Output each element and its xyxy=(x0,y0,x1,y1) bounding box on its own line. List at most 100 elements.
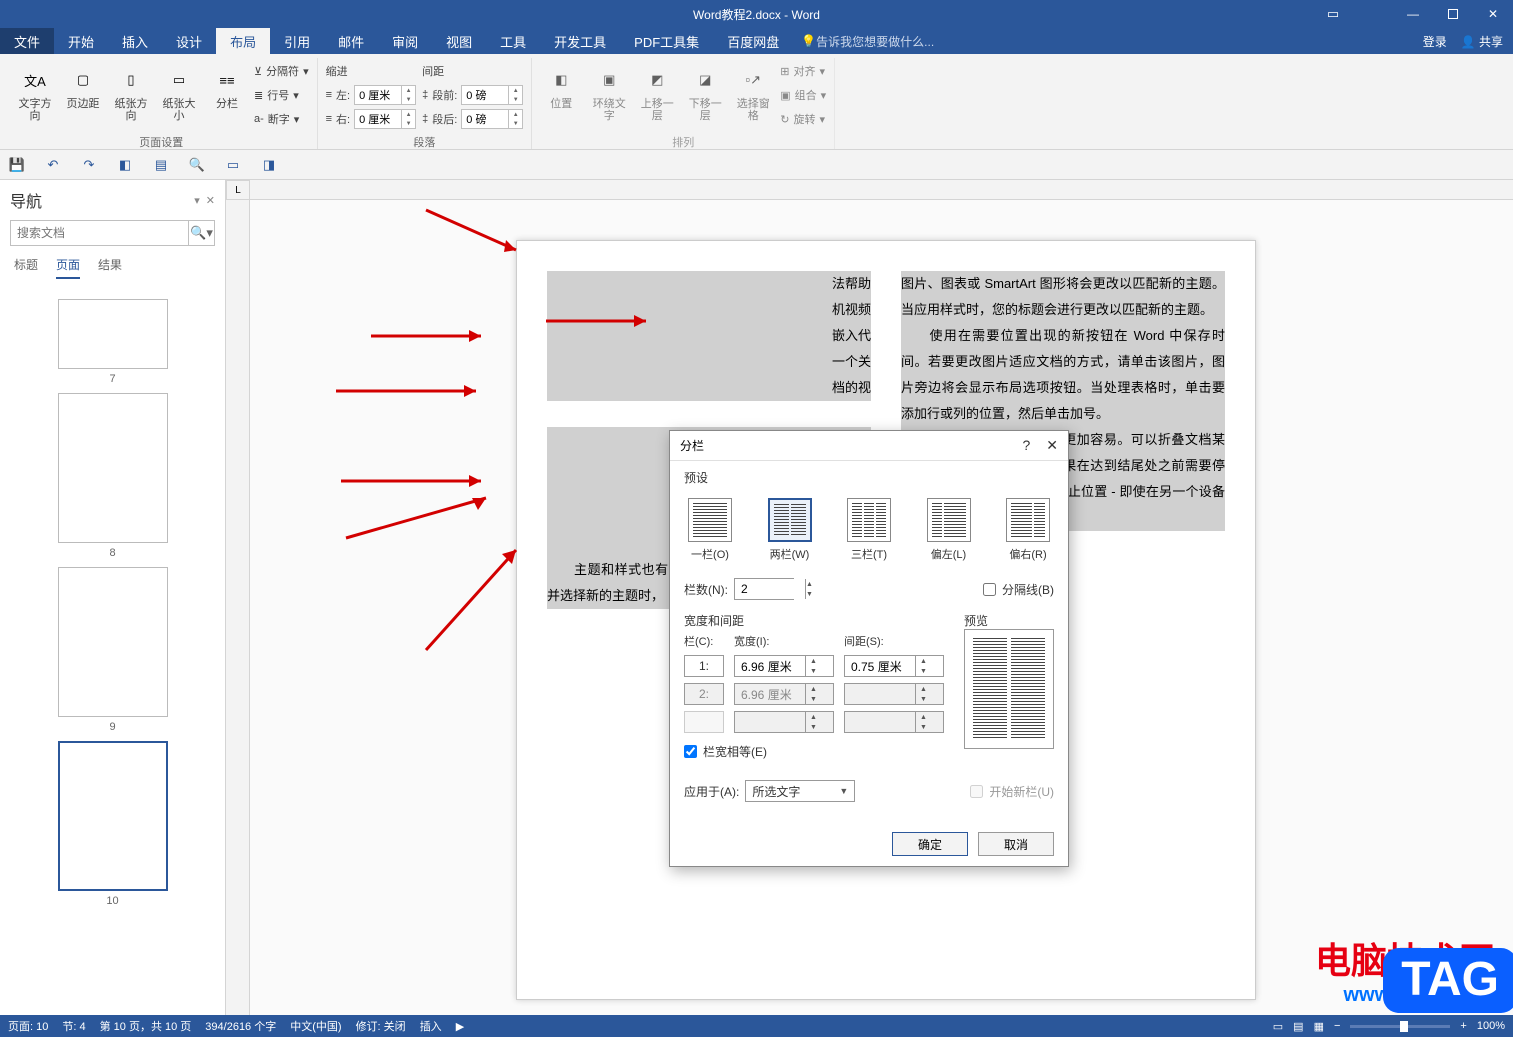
zoom-out-icon[interactable]: − xyxy=(1334,1020,1340,1032)
tab-layout[interactable]: 布局 xyxy=(216,28,270,54)
spacing-after-input[interactable] xyxy=(462,110,508,128)
rotate-button: ↻ 旋转 ▾ xyxy=(780,108,826,130)
thumb-label-7: 7 xyxy=(0,373,225,385)
tab-mailings[interactable]: 邮件 xyxy=(324,28,378,54)
equal-width-checkbox[interactable]: 栏宽相等(E) xyxy=(684,743,944,760)
nav-pin-icon[interactable]: ▾ xyxy=(194,194,200,207)
view-print-icon[interactable]: ▤ xyxy=(1293,1020,1303,1033)
preset-three[interactable]: 三栏(T) xyxy=(843,494,895,566)
num-columns-input[interactable] xyxy=(735,579,805,599)
indent-right-input[interactable] xyxy=(355,110,401,128)
status-macro-icon[interactable]: ▶ xyxy=(456,1020,464,1033)
qat-icon-4[interactable]: ▭ xyxy=(222,154,244,176)
workspace: 导航 ▾✕ 🔍▾ 标题 页面 结果 7 8 9 10 L xyxy=(0,180,1513,1015)
tab-view[interactable]: 视图 xyxy=(432,28,486,54)
status-words[interactable]: 394/2616 个字 xyxy=(205,1018,276,1034)
maximize-button[interactable] xyxy=(1433,0,1473,28)
cancel-button[interactable]: 取消 xyxy=(978,832,1054,856)
spinner-icon[interactable]: ▲▼ xyxy=(805,579,813,599)
apply-to-select[interactable]: 所选文字▼ xyxy=(745,780,855,802)
selection-pane-button[interactable]: ▫↗选择窗格 xyxy=(732,60,774,126)
spacing-before-input[interactable] xyxy=(462,86,508,104)
vertical-ruler[interactable] xyxy=(226,200,250,1015)
zoom-slider[interactable] xyxy=(1350,1025,1450,1028)
tag-badge: TAG xyxy=(1383,948,1513,1013)
col-header-spacing: 间距(S): xyxy=(844,633,944,649)
new-column-checkbox: 开始新栏(U) xyxy=(970,783,1054,800)
tab-baidu[interactable]: 百度网盘 xyxy=(713,28,793,54)
page-thumbnails[interactable]: 7 8 9 10 xyxy=(0,285,225,1015)
breaks-button[interactable]: ⊻ 分隔符 ▾ xyxy=(254,60,309,82)
qat-icon-5[interactable]: ◨ xyxy=(258,154,280,176)
status-revisions[interactable]: 修订: 关闭 xyxy=(356,1018,406,1034)
ribbon-display-options-icon[interactable]: ▭ xyxy=(1313,0,1353,28)
save-icon[interactable]: 💾 xyxy=(6,154,28,176)
tab-references[interactable]: 引用 xyxy=(270,28,324,54)
text-direction-button[interactable]: 文A文字方向 xyxy=(14,60,56,126)
ok-button[interactable]: 确定 xyxy=(892,832,968,856)
ruler-tab-selector[interactable]: L xyxy=(226,180,250,200)
search-icon[interactable]: 🔍▾ xyxy=(188,221,214,245)
title-bar: Word教程2.docx - Word ▭ — ✕ xyxy=(0,0,1513,28)
separator-checkbox[interactable]: 分隔线(B) xyxy=(983,581,1054,598)
thumbnail-7[interactable] xyxy=(58,299,168,369)
preset-section-label: 预设 xyxy=(684,469,1054,486)
tell-me[interactable]: 💡 告诉我您想要做什么... xyxy=(801,28,934,54)
status-page-of[interactable]: 第 10 页，共 10 页 xyxy=(100,1018,192,1034)
qat-icon-1[interactable]: ◧ xyxy=(114,154,136,176)
qat-icon-2[interactable]: ▤ xyxy=(150,154,172,176)
dialog-titlebar[interactable]: 分栏 ? ✕ xyxy=(670,431,1068,461)
dialog-close-icon[interactable]: ✕ xyxy=(1046,437,1058,454)
tab-design[interactable]: 设计 xyxy=(162,28,216,54)
preset-right[interactable]: 偏右(R) xyxy=(1002,494,1054,566)
indent-left-input[interactable] xyxy=(355,86,401,104)
thumbnail-10[interactable] xyxy=(58,741,168,891)
nav-search-input[interactable] xyxy=(11,226,188,240)
spinner-icon[interactable]: ▲▼ xyxy=(401,86,415,104)
preset-two[interactable]: 两栏(W) xyxy=(764,494,816,566)
nav-tab-pages[interactable]: 页面 xyxy=(56,256,80,279)
col-1-width-input[interactable] xyxy=(735,656,805,676)
redo-icon[interactable]: ↷ xyxy=(78,154,100,176)
tab-tools[interactable]: 工具 xyxy=(486,28,540,54)
dialog-help-icon[interactable]: ? xyxy=(1022,437,1030,454)
status-section[interactable]: 节: 4 xyxy=(62,1018,85,1034)
view-read-icon[interactable]: ▭ xyxy=(1273,1020,1283,1033)
qat-icon-3[interactable]: 🔍 xyxy=(186,154,208,176)
columns-button[interactable]: ≡≡分栏 xyxy=(206,60,248,114)
share-button[interactable]: 👤 共享 xyxy=(1461,33,1503,50)
status-page[interactable]: 页面: 10 xyxy=(8,1018,48,1034)
horizontal-ruler[interactable] xyxy=(250,180,1513,200)
tab-review[interactable]: 审阅 xyxy=(378,28,432,54)
line-numbers-button[interactable]: ≣ 行号 ▾ xyxy=(254,84,309,106)
tab-file[interactable]: 文件 xyxy=(0,28,54,54)
close-button[interactable]: ✕ xyxy=(1473,0,1513,28)
tab-home[interactable]: 开始 xyxy=(54,28,108,54)
status-lang[interactable]: 中文(中国) xyxy=(290,1018,341,1034)
orientation-button[interactable]: ▯纸张方向 xyxy=(110,60,152,126)
tab-developer[interactable]: 开发工具 xyxy=(540,28,620,54)
preset-one[interactable]: 一栏(O) xyxy=(684,494,736,566)
nav-tab-headings[interactable]: 标题 xyxy=(14,256,38,279)
nav-tab-results[interactable]: 结果 xyxy=(98,256,122,279)
thumbnail-8[interactable] xyxy=(58,393,168,543)
zoom-level[interactable]: 100% xyxy=(1477,1020,1505,1032)
wrap-icon: ▣ xyxy=(593,64,625,96)
hyphenation-button[interactable]: a- 断字 ▾ xyxy=(254,108,309,130)
undo-icon[interactable]: ↶ xyxy=(42,154,64,176)
tab-pdf[interactable]: PDF工具集 xyxy=(620,28,713,54)
num-columns-label: 栏数(N): xyxy=(684,581,728,598)
margins-button[interactable]: ▢页边距 xyxy=(62,60,104,114)
nav-close-icon[interactable]: ✕ xyxy=(206,194,215,207)
zoom-in-icon[interactable]: + xyxy=(1460,1020,1466,1032)
login-button[interactable]: 登录 xyxy=(1423,33,1447,50)
col-1-spacing-input[interactable] xyxy=(845,656,915,676)
tab-insert[interactable]: 插入 xyxy=(108,28,162,54)
preset-left[interactable]: 偏左(L) xyxy=(923,494,975,566)
size-button[interactable]: ▭纸张大小 xyxy=(158,60,200,126)
view-web-icon[interactable]: ▦ xyxy=(1314,1020,1324,1033)
minimize-button[interactable]: — xyxy=(1393,0,1433,28)
columns-icon: ≡≡ xyxy=(211,64,243,96)
thumbnail-9[interactable] xyxy=(58,567,168,717)
status-insert[interactable]: 插入 xyxy=(420,1018,442,1034)
